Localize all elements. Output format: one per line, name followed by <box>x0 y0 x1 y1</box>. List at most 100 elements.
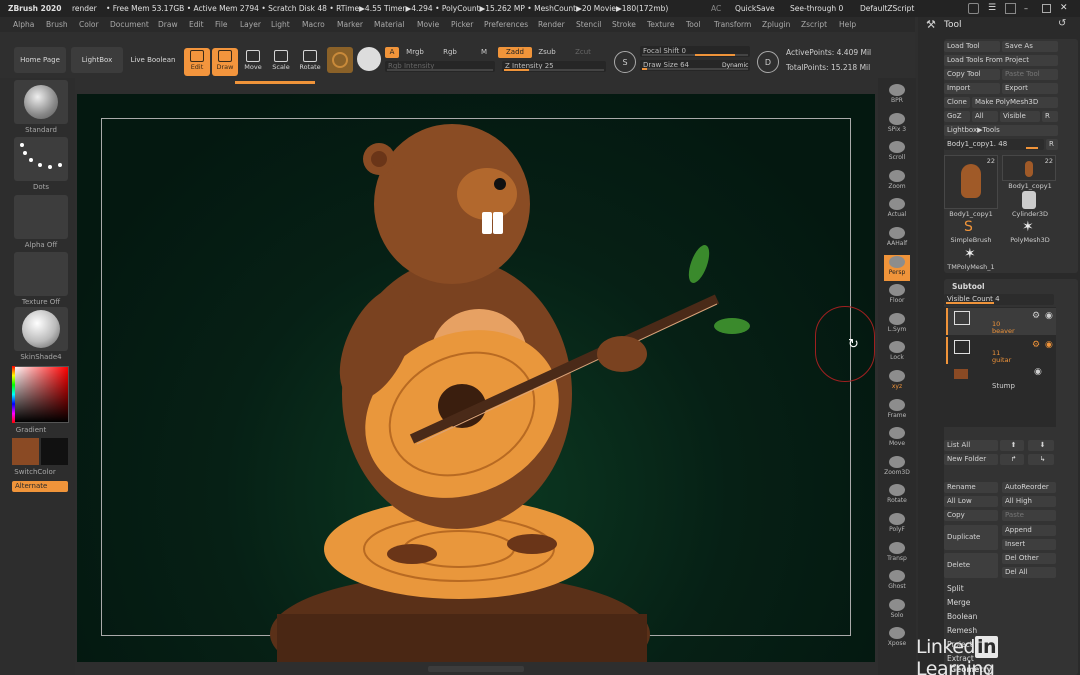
gear-icon[interactable]: ⚙ <box>1032 340 1040 350</box>
secondary-color-swatch[interactable] <box>41 438 68 465</box>
arrow-down-right-icon[interactable]: ↳ <box>1028 454 1054 465</box>
boolean-section[interactable]: Boolean <box>947 612 977 621</box>
copy-tool-button[interactable]: Copy Tool <box>944 69 1000 80</box>
lightbox-button[interactable]: LightBox <box>71 47 123 73</box>
tray-xyz[interactable]: xyz <box>884 369 910 395</box>
rotation-gizmo-ring[interactable] <box>815 306 875 382</box>
restore-icon[interactable] <box>1005 3 1016 14</box>
scale-button[interactable]: Scale <box>268 48 294 76</box>
tray-rotate[interactable]: Rotate <box>884 483 910 509</box>
z-intensity-slider[interactable]: Z Intensity 25 <box>502 61 606 72</box>
current-tool-r-button[interactable]: R <box>1046 139 1058 150</box>
polymesh3d-icon[interactable]: ✶ <box>1022 219 1034 235</box>
see-through-slider[interactable]: See-through 0 <box>790 0 843 17</box>
arrow-up-right-icon[interactable]: ↱ <box>1000 454 1024 465</box>
all-high-button[interactable]: All High <box>1002 496 1056 507</box>
tray-persp[interactable]: Persp <box>884 254 910 281</box>
menu-tool[interactable]: Tool <box>686 17 701 32</box>
menu-layer[interactable]: Layer <box>240 17 261 32</box>
hue-strip[interactable] <box>12 366 15 423</box>
edit-button[interactable]: Edit <box>184 48 210 76</box>
clone-button[interactable]: Clone <box>944 97 970 108</box>
switch-color-label[interactable]: SwitchColor <box>0 468 76 476</box>
m-toggle[interactable]: M <box>477 47 491 58</box>
export-button[interactable]: Export <box>1002 83 1058 94</box>
tray-ghost[interactable]: Ghost <box>884 569 910 595</box>
move-button[interactable]: Move <box>240 48 266 76</box>
alternate-button[interactable]: Alternate <box>12 481 68 492</box>
reset-icon[interactable]: ↺ <box>1058 18 1066 29</box>
merge-section[interactable]: Merge <box>947 598 970 607</box>
subtool-header[interactable]: Subtool <box>952 282 985 291</box>
menu-alpha[interactable]: Alpha <box>13 17 34 32</box>
zadd-toggle[interactable]: Zadd <box>498 47 532 58</box>
menu-stencil[interactable]: Stencil <box>576 17 601 32</box>
copy-button[interactable]: Copy <box>944 510 998 521</box>
minimize-icon[interactable]: – <box>1024 0 1028 17</box>
menu-marker[interactable]: Marker <box>337 17 363 32</box>
draw-button[interactable]: Draw <box>212 48 238 76</box>
del-other-button[interactable]: Del Other <box>1002 553 1056 564</box>
menu-render[interactable]: Render <box>538 17 565 32</box>
stroke-thumbnail[interactable] <box>14 137 68 181</box>
menu-stroke[interactable]: Stroke <box>612 17 636 32</box>
main-color-swatch[interactable] <box>12 438 39 465</box>
delete-button[interactable]: Delete <box>944 553 998 578</box>
goz-r-button[interactable]: R <box>1042 111 1058 122</box>
rotate-icon[interactable]: ↻ <box>848 337 859 352</box>
eye-icon[interactable]: ◉ <box>1045 311 1053 321</box>
load-tools-from-project-button[interactable]: Load Tools From Project <box>944 55 1058 66</box>
paste-tool-button[interactable]: Paste Tool <box>1002 69 1058 80</box>
new-folder-button[interactable]: New Folder <box>944 454 998 465</box>
split-section[interactable]: Split <box>947 584 964 593</box>
live-boolean-button[interactable]: Live Boolean <box>126 47 180 73</box>
mrgb-toggle[interactable]: Mrgb <box>402 47 428 58</box>
menu-texture[interactable]: Texture <box>647 17 674 32</box>
move-up-arrow-icon[interactable]: ⬆ <box>1000 440 1024 451</box>
tray-zoom[interactable]: Zoom <box>884 169 910 195</box>
del-all-button[interactable]: Del All <box>1002 567 1056 578</box>
viewport-canvas[interactable]: ↻ <box>77 94 875 662</box>
tray-actual[interactable]: Actual <box>884 197 910 223</box>
menu-movie[interactable]: Movie <box>417 17 439 32</box>
texture-thumbnail[interactable] <box>14 252 68 296</box>
load-tool-button[interactable]: Load Tool <box>944 41 1000 52</box>
tray-floor[interactable]: Floor <box>884 283 910 309</box>
menu-document[interactable]: Document <box>110 17 149 32</box>
menu-material[interactable]: Material <box>374 17 404 32</box>
menu-preferences[interactable]: Preferences <box>484 17 528 32</box>
tray-xpose[interactable]: Xpose <box>884 626 910 652</box>
current-tool-slider[interactable]: Body1_copy1. 48 <box>944 139 1044 150</box>
tray-frame[interactable]: Frame <box>884 398 910 424</box>
goz-visible-button[interactable]: Visible <box>1000 111 1040 122</box>
menu-picker[interactable]: Picker <box>451 17 473 32</box>
menu-light[interactable]: Light <box>271 17 290 32</box>
subtool-row-stump[interactable]: ◉ Stump <box>946 367 1056 395</box>
menu-file[interactable]: File <box>215 17 228 32</box>
zcut-toggle[interactable]: Zcut <box>570 47 596 58</box>
maximize-icon[interactable] <box>1042 4 1051 13</box>
remesh-section[interactable]: Remesh <box>947 626 977 635</box>
tray-polyf[interactable]: PolyF <box>884 512 910 538</box>
d-size-icon[interactable]: D <box>757 51 779 73</box>
goz-all-button[interactable]: All <box>972 111 998 122</box>
subtool-row-guitar[interactable]: 11 guitar ⚙ ◉ <box>946 337 1056 364</box>
menu-help[interactable]: Help <box>839 17 856 32</box>
rgb-intensity-slider[interactable]: Rgb Intensity <box>385 61 495 72</box>
rotate-button[interactable]: Rotate <box>297 48 323 76</box>
auto-reorder-button[interactable]: AutoReorder <box>1002 482 1056 493</box>
simplebrush-icon[interactable]: S <box>964 219 973 235</box>
list-all-button[interactable]: List All <box>944 440 998 451</box>
tray-transp[interactable]: Transp <box>884 541 910 567</box>
a-toggle[interactable]: A <box>385 47 399 58</box>
tool-thumb-body1-b[interactable]: 22 <box>1002 155 1056 181</box>
lightbox-tools-button[interactable]: Lightbox▶Tools <box>944 125 1058 136</box>
focal-shift-slider[interactable]: Focal Shift 0 <box>640 46 750 57</box>
close-icon[interactable]: ✕ <box>1060 0 1068 17</box>
sculptris-pro-icon[interactable] <box>357 47 381 71</box>
menu-brush[interactable]: Brush <box>46 17 68 32</box>
gear-icon[interactable]: ⚙ <box>1032 311 1040 321</box>
layout-icon[interactable] <box>968 3 979 14</box>
tray-zoom3d[interactable]: Zoom3D <box>884 455 910 481</box>
tray-move[interactable]: Move <box>884 426 910 452</box>
